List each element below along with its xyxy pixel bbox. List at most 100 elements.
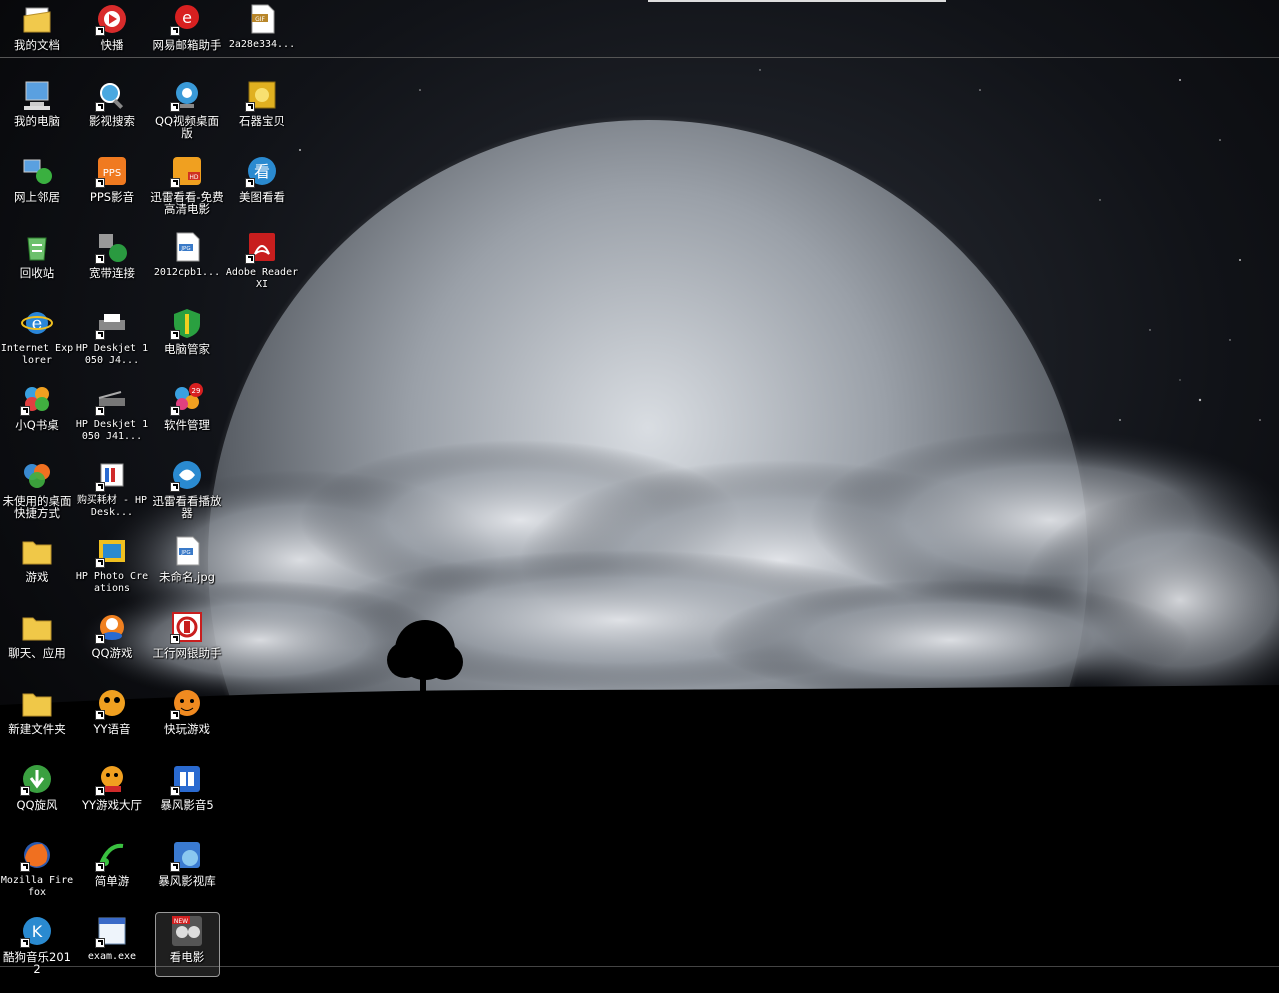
desktop-icon[interactable]: 快播 (75, 0, 149, 51)
shortcut-arrow-icon (245, 254, 255, 264)
desktop-icon[interactable]: 未使用的桌面快捷方式 (0, 456, 74, 519)
desktop-icon-label: 软件管理 (164, 418, 210, 432)
jpg-file-icon: JPG (170, 230, 204, 264)
shortcut-arrow-icon (20, 406, 30, 416)
shortcut-arrow-icon (95, 406, 105, 416)
desktop-icon[interactable]: exam.exe (75, 912, 149, 963)
desktop-icon[interactable]: e Internet Explorer (0, 304, 74, 367)
desktop-icon[interactable]: 工行网银助手 (150, 608, 224, 659)
xiaoq-desk-icon (20, 382, 54, 416)
desktop-icon[interactable]: 游戏 (0, 532, 74, 583)
shortcut-arrow-icon (170, 862, 180, 872)
desktop-icon[interactable]: Adobe Reader XI (225, 228, 299, 291)
desktop-icon[interactable]: NEW 看电影 (150, 912, 224, 963)
svg-text:K: K (32, 922, 43, 941)
desktop-icon[interactable]: HP Photo Creations (75, 532, 149, 595)
desktop-icon[interactable]: QQ视频桌面版 (150, 76, 224, 139)
desktop-icon-label: 快播 (100, 38, 124, 52)
desktop-icon[interactable]: 聊天、应用 (0, 608, 74, 659)
shortcut-arrow-icon (170, 786, 180, 796)
desktop-icon[interactable]: GIF 2a28e334... (225, 0, 299, 51)
desktop-icon[interactable]: PPS PPS影音 (75, 152, 149, 203)
desktop-icon-label: QQ游戏 (91, 646, 133, 660)
desktop-icon-label: 暴风影视库 (158, 874, 216, 888)
video-search-icon (95, 78, 129, 112)
desktop-icon[interactable]: 看美图看看 (225, 152, 299, 203)
desktop-icon-label: HP Photo Creations (75, 571, 149, 594)
shortcut-arrow-icon (20, 938, 30, 948)
desktop-icon[interactable]: 迅雷看看播放器 (150, 456, 224, 519)
desktop-icon-label: 电脑管家 (164, 342, 210, 356)
svg-text:29: 29 (192, 387, 201, 395)
yy-game-icon (95, 762, 129, 796)
hp-photo-icon (95, 534, 129, 568)
desktop-icon[interactable]: 回收站 (0, 228, 74, 279)
shortcut-arrow-icon (95, 482, 105, 492)
svg-text:PPS: PPS (103, 168, 121, 179)
desktop-icon[interactable]: QQ旋风 (0, 760, 74, 811)
desktop-icon[interactable]: 暴风影视库 (150, 836, 224, 887)
desktop-icon-label: 影视搜索 (89, 114, 135, 128)
desktop-icon[interactable]: 暴风影音5 (150, 760, 224, 811)
desktop-icon[interactable]: JPG 未命名.jpg (150, 532, 224, 583)
kuaiwan-icon (170, 686, 204, 720)
desktop-icon[interactable]: 小Q书桌 (0, 380, 74, 431)
desktop-icon[interactable]: 影视搜索 (75, 76, 149, 127)
shortcut-arrow-icon (95, 254, 105, 264)
desktop-icon[interactable]: HP Deskjet 1050 J41... (75, 380, 149, 443)
desktop-icon[interactable]: JPG 2012cpb1... (150, 228, 224, 279)
desktop-icon-label: 简单游 (94, 874, 130, 888)
desktop-icon[interactable]: YY游戏大厅 (75, 760, 149, 811)
desktop-icon[interactable]: 石器宝贝 (225, 76, 299, 127)
shortcut-arrow-icon (245, 178, 255, 188)
shortcut-arrow-icon (95, 558, 105, 568)
desktop-icon[interactable]: 我的文档 (0, 0, 74, 51)
svg-text:JPG: JPG (180, 550, 190, 556)
desktop-icon-label: 新建文件夹 (8, 722, 66, 736)
desktop-icon[interactable]: 快玩游戏 (150, 684, 224, 735)
shortcut-arrow-icon (95, 102, 105, 112)
desktop-icon[interactable]: 简单游 (75, 836, 149, 887)
printer-icon (95, 306, 129, 340)
shortcut-arrow-icon (245, 102, 255, 112)
software-manager-icon: 29 (170, 382, 204, 416)
desktop-icon[interactable]: e 网易邮箱助手 (150, 0, 224, 51)
shortcut-arrow-icon (20, 862, 30, 872)
desktop-icon-label: 看电影 (169, 950, 205, 964)
shortcut-arrow-icon (95, 710, 105, 720)
desktop-icon-label: PPS影音 (89, 190, 135, 204)
desktop-icon[interactable]: YY语音 (75, 684, 149, 735)
desktop-icon[interactable]: HP Deskjet 1050 J4... (75, 304, 149, 367)
desktop-icon-label: 小Q书桌 (15, 418, 59, 432)
shortcut-arrow-icon (95, 938, 105, 948)
desktop-icon-label: 我的电脑 (14, 114, 60, 128)
desktop-icon-label: HP Deskjet 1050 J4... (75, 343, 149, 366)
desktop-icon[interactable]: 网上邻居 (0, 152, 74, 203)
desktop-icon[interactable]: 购买耗材 - HP Desk... (75, 456, 149, 519)
desktop-icon[interactable]: 我的电脑 (0, 76, 74, 127)
firefox-icon (20, 838, 54, 872)
broadband-icon (95, 230, 129, 264)
svg-text:GIF: GIF (255, 16, 265, 23)
desktop-icon[interactable]: 新建文件夹 (0, 684, 74, 735)
svg-text:HD: HD (189, 174, 199, 181)
desktop-icon[interactable]: K 酷狗音乐2012 (0, 912, 74, 975)
desktop-icon-label: 游戏 (25, 570, 49, 584)
unused-shortcuts-icon (20, 458, 54, 492)
desktop-icon[interactable]: 29 软件管理 (150, 380, 224, 431)
gif-file-icon: GIF (245, 2, 279, 36)
svg-text:JPG: JPG (180, 246, 190, 252)
svg-text:看: 看 (254, 162, 270, 181)
desktop-icon[interactable]: HD 迅雷看看-免费高清电影 (150, 152, 224, 215)
desktop-icon[interactable]: Mozilla Firefox (0, 836, 74, 899)
desktop-icon-label: 迅雷看看-免费高清电影 (150, 190, 224, 216)
qvod-icon (95, 2, 129, 36)
desktop-icon-label: 网上邻居 (14, 190, 60, 204)
desktop-icon-label: 聊天、应用 (8, 646, 66, 660)
desktop-icon[interactable]: 电脑管家 (150, 304, 224, 355)
desktop-icon-label: exam.exe (87, 951, 137, 962)
desktop-icon[interactable]: QQ游戏 (75, 608, 149, 659)
icbc-icon (170, 610, 204, 644)
desktop-icon-label: 工行网银助手 (152, 646, 222, 660)
desktop-icon[interactable]: 宽带连接 (75, 228, 149, 279)
